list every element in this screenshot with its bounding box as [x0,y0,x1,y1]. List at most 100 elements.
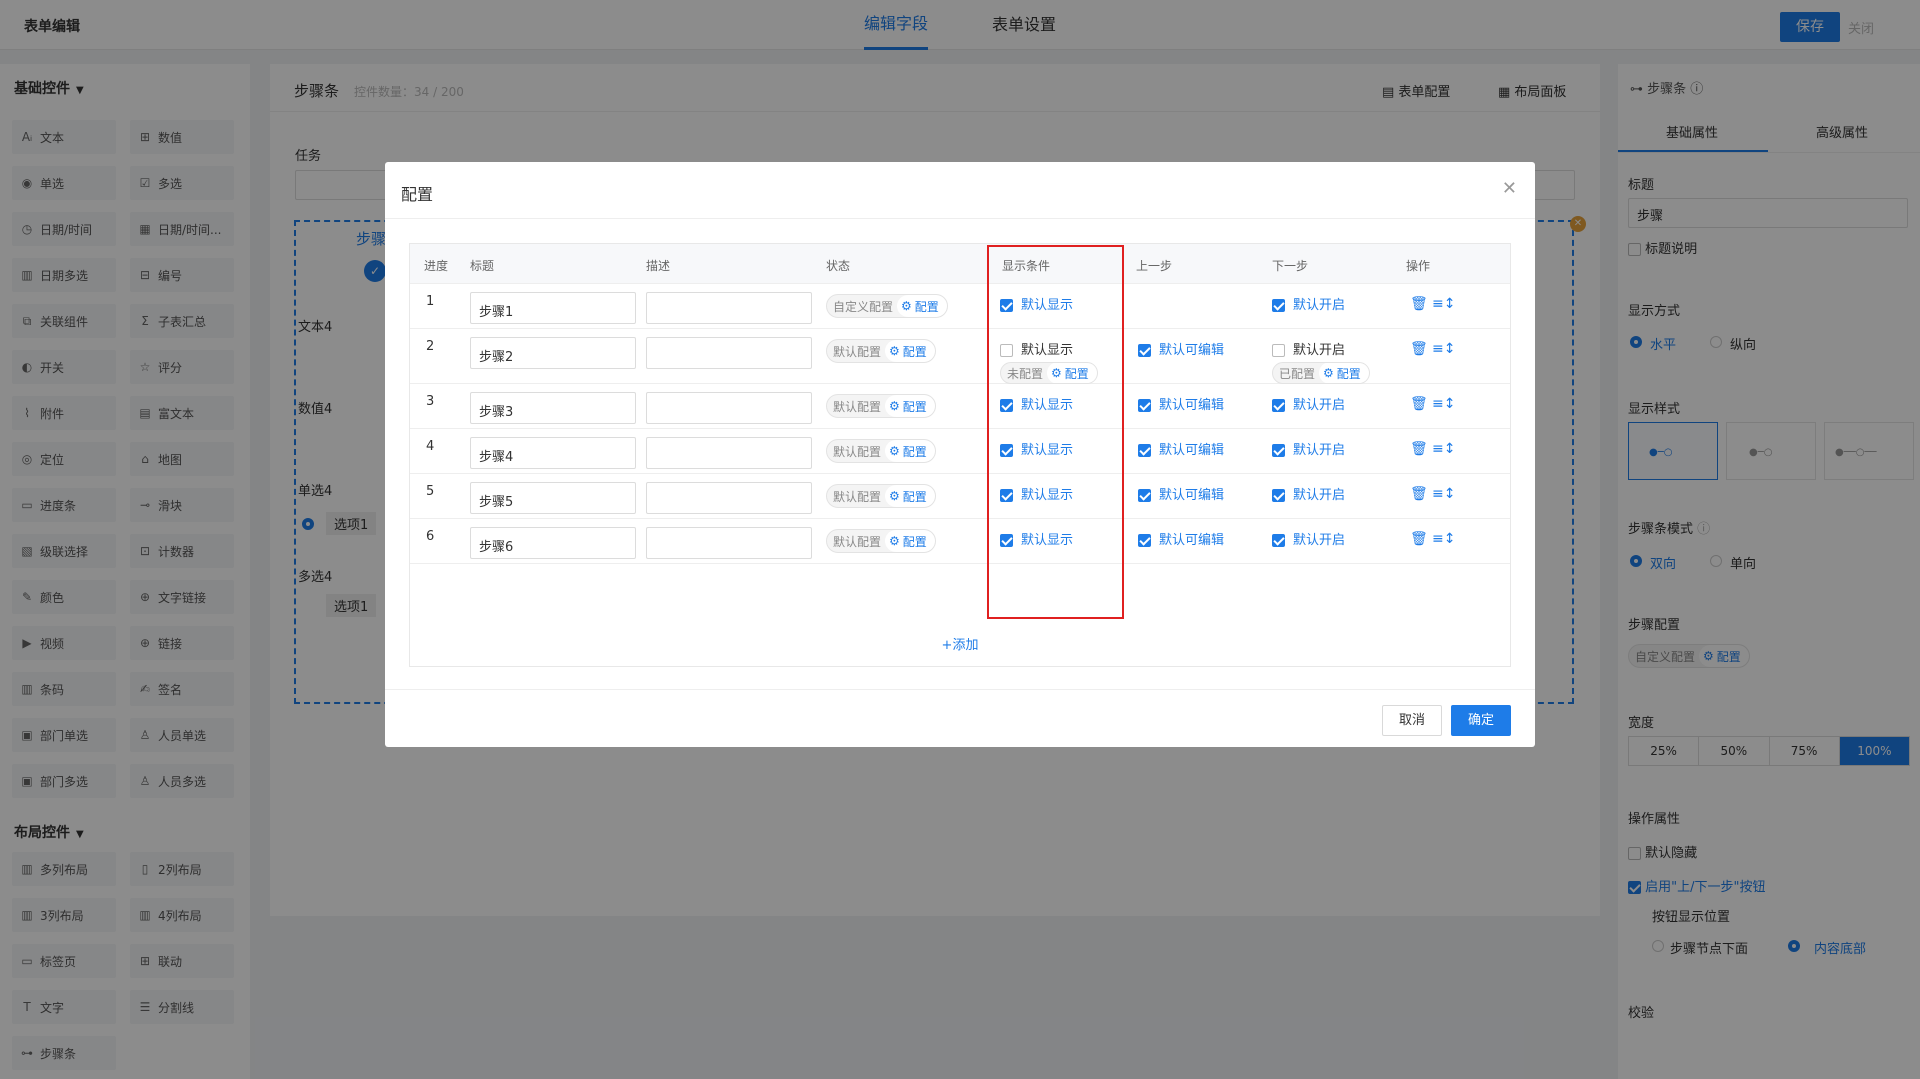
prev-editable-label: 默认可编辑 [1159,488,1225,503]
step-desc-input[interactable] [646,337,812,369]
next-enabled-checkbox[interactable] [1272,444,1285,457]
next-step-cell: 默认开启 [1272,294,1345,313]
config-button[interactable]: ⚙ 配置 [885,485,935,507]
delete-icon[interactable]: 🗑 [1410,341,1428,357]
prev-step-cell: 默认可编辑 [1138,339,1224,358]
close-icon[interactable]: ✕ [1502,178,1517,199]
next-enabled-checkbox[interactable] [1272,489,1285,502]
gear-icon: ⚙ [889,399,900,413]
prev-step-cell: 默认可编辑 [1138,394,1224,413]
confirm-button[interactable]: 确定 [1451,705,1511,736]
sort-icon[interactable]: ≡↕ [1432,441,1455,457]
step-index: 5 [426,484,435,499]
step-desc-input[interactable] [646,437,812,469]
status-pill: 默认配置 ⚙ 配置 [826,339,936,363]
table-row: 2 步骤2 默认配置 ⚙ 配置 默认显示 未配置 ⚙ 配置 默认可编辑 默认开启 已配置 ⚙ 配置 🗑 ≡↕ [410,329,1510,384]
config-button[interactable]: ⚙ 配置 [885,530,935,552]
prev-editable-checkbox[interactable] [1138,534,1151,547]
prev-editable-checkbox[interactable] [1138,444,1151,457]
col-actions: 操作 [1406,259,1431,273]
cancel-button[interactable]: 取消 [1382,705,1442,736]
config-status: 默认配置 [833,489,882,504]
next-enabled-checkbox[interactable] [1272,534,1285,547]
delete-icon[interactable]: 🗑 [1410,396,1428,412]
status-pill: 自定义配置 ⚙ 配置 [826,294,948,318]
gear-icon: ⚙ [889,534,900,548]
step-desc-input[interactable] [646,482,812,514]
step-title-input[interactable]: 步骤4 [470,437,636,469]
config-label: 配置 [902,534,927,549]
sort-icon[interactable]: ≡↕ [1432,396,1455,412]
col-title: 标题 [470,259,495,273]
config-button[interactable]: ⚙ 配置 [885,395,935,417]
prev-editable-label: 默认可编辑 [1159,343,1225,358]
prev-editable-label: 默认可编辑 [1159,443,1225,458]
status-pill: 默认配置 ⚙ 配置 [826,394,936,418]
prev-step-cell: 默认可编辑 [1138,439,1224,458]
gear-icon: ⚙ [889,489,900,503]
delete-icon[interactable]: 🗑 [1410,296,1428,312]
config-label: 配置 [1336,366,1361,381]
status-pill: 默认配置 ⚙ 配置 [826,439,936,463]
next-enabled-label: 默认开启 [1293,488,1346,503]
sort-icon[interactable]: ≡↕ [1432,296,1455,312]
step-desc-input[interactable] [646,292,812,324]
next-enabled-label: 默认开启 [1293,398,1346,413]
step-index: 4 [426,439,435,454]
prev-step-cell: 默认可编辑 [1138,484,1224,503]
next-config-pill: 已配置 ⚙ 配置 [1272,362,1370,384]
step-title-input[interactable]: 步骤2 [470,337,636,369]
config-label: 配置 [902,399,927,414]
step-index: 1 [426,294,435,309]
show-condition-highlight [987,245,1124,619]
prev-editable-checkbox[interactable] [1138,489,1151,502]
prev-editable-checkbox[interactable] [1138,399,1151,412]
config-button[interactable]: ⚙ 配置 [885,440,935,462]
prev-step-cell: 默认可编辑 [1138,529,1224,548]
next-enabled-label: 默认开启 [1293,343,1346,358]
config-button[interactable]: ⚙ 配置 [897,295,947,317]
status-pill: 默认配置 ⚙ 配置 [826,484,936,508]
table-row: 5 步骤5 默认配置 ⚙ 配置 默认显示 默认可编辑 默认开启 🗑 ≡↕ [410,474,1510,519]
next-enabled-checkbox[interactable] [1272,299,1285,312]
modal-title: 配置 [401,185,434,204]
config-label: 配置 [902,489,927,504]
next-enabled-checkbox[interactable] [1272,399,1285,412]
config-label: 配置 [902,344,927,359]
config-button[interactable]: ⚙ 配置 [885,340,935,362]
gear-icon: ⚙ [901,299,912,313]
table-row: 3 步骤3 默认配置 ⚙ 配置 默认显示 默认可编辑 默认开启 🗑 ≡↕ [410,384,1510,429]
next-enabled-label: 默认开启 [1293,443,1346,458]
config-status: 默认配置 [833,444,882,459]
add-step-button[interactable]: +添加 [410,626,1510,666]
config-modal: 配置 ✕ 进度 标题 描述 状态 显示条件 上一步 下一步 操作 1 步骤1 自定义… [385,162,1535,747]
delete-icon[interactable]: 🗑 [1410,441,1428,457]
step-title-input[interactable]: 步骤6 [470,527,636,559]
config-button[interactable]: ⚙ 配置 [1319,363,1369,383]
sort-icon[interactable]: ≡↕ [1432,341,1455,357]
config-label: 配置 [914,299,939,314]
col-next-step: 下一步 [1272,259,1309,273]
sort-icon[interactable]: ≡↕ [1432,486,1455,502]
step-title-input[interactable]: 步骤1 [470,292,636,324]
prev-editable-checkbox[interactable] [1138,344,1151,357]
config-status: 默认配置 [833,399,882,414]
delete-icon[interactable]: 🗑 [1410,486,1428,502]
config-status: 默认配置 [833,344,882,359]
next-enabled-checkbox[interactable] [1272,344,1285,357]
sort-icon[interactable]: ≡↕ [1432,531,1455,547]
col-desc: 描述 [646,259,671,273]
step-desc-input[interactable] [646,527,812,559]
config-status: 已配置 [1279,366,1316,381]
gear-icon: ⚙ [889,344,900,358]
step-title-input[interactable]: 步骤5 [470,482,636,514]
gear-icon: ⚙ [889,444,900,458]
col-progress: 进度 [424,259,449,273]
next-step-cell: 默认开启 [1272,394,1345,413]
step-title-input[interactable]: 步骤3 [470,392,636,424]
step-desc-input[interactable] [646,392,812,424]
next-step-cell: 默认开启 [1272,484,1345,503]
config-status: 自定义配置 [833,299,894,314]
prev-editable-label: 默认可编辑 [1159,398,1225,413]
delete-icon[interactable]: 🗑 [1410,531,1428,547]
